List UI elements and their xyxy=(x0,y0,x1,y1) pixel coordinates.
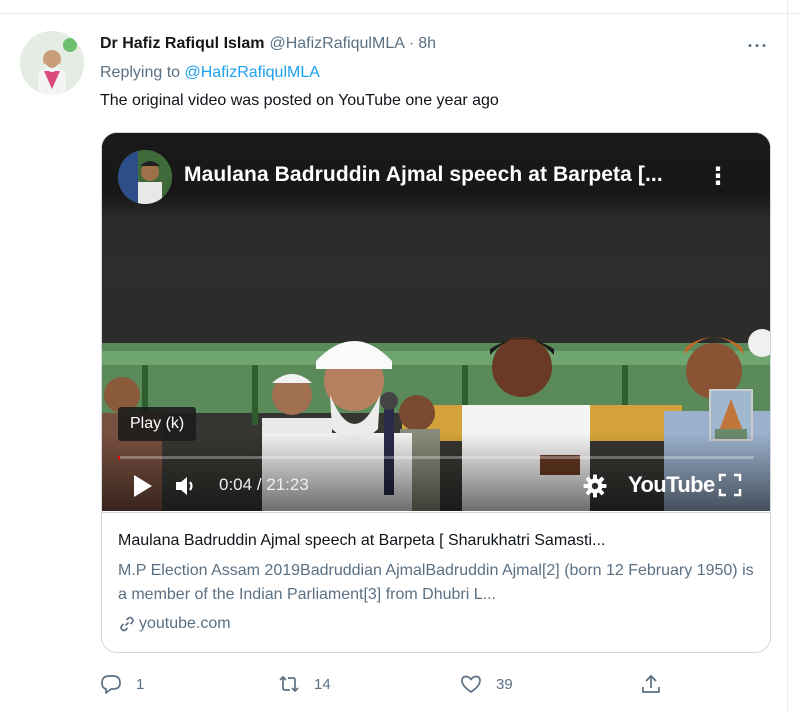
link-card[interactable]: Maulana Badruddin Ajmal speech at Barpet… xyxy=(101,132,771,653)
replying-to-line: Replying to @HafizRafiqulMLA xyxy=(100,64,320,82)
retweet-button[interactable]: 14 xyxy=(278,668,331,700)
retweet-icon xyxy=(279,675,299,693)
reply-count: 1 xyxy=(136,675,145,693)
author-handle[interactable]: @HafizRafiqulMLA xyxy=(269,35,404,53)
video-title[interactable]: Maulana Badruddin Ajmal speech at Barpet… xyxy=(184,163,663,187)
volume-icon[interactable] xyxy=(174,473,200,499)
author-name[interactable]: Dr Hafiz Rafiqul Islam xyxy=(100,35,264,53)
channel-avatar[interactable] xyxy=(118,150,172,204)
fullscreen-icon[interactable] xyxy=(718,473,742,497)
like-button[interactable]: 39 xyxy=(460,668,513,700)
replying-to-mention[interactable]: @HafizRafiqulMLA xyxy=(185,64,320,81)
share-button[interactable] xyxy=(640,668,676,700)
time-current: 0:04 xyxy=(219,475,253,494)
share-icon xyxy=(642,674,660,693)
like-count: 39 xyxy=(496,675,513,693)
reply-icon xyxy=(101,675,121,694)
video-progress-fill xyxy=(118,456,120,459)
replying-prefix: Replying to xyxy=(100,64,185,81)
tweet-actions: 1 14 39 xyxy=(100,668,680,700)
link-icon xyxy=(120,616,134,632)
tweet-text: The original video was posted on YouTube… xyxy=(100,92,499,109)
timeline-right-border xyxy=(787,0,788,712)
tweet-time[interactable]: 8h xyxy=(418,35,436,53)
youtube-logo[interactable]: YouTube xyxy=(628,472,715,498)
card-title: Maulana Badruddin Ajmal speech at Barpet… xyxy=(118,532,606,549)
video-time-display: 0:04 / 21:23 xyxy=(219,475,309,495)
card-body[interactable]: Maulana Badruddin Ajmal speech at Barpet… xyxy=(102,512,770,652)
youtube-video-player[interactable]: Maulana Badruddin Ajmal speech at Barpet… xyxy=(102,133,770,511)
card-domain-text: youtube.com xyxy=(139,615,231,632)
card-domain: youtube.com xyxy=(118,615,231,633)
retweet-count: 14 xyxy=(314,675,331,693)
video-menu-icon[interactable]: ⋮ xyxy=(706,161,730,193)
author-avatar[interactable] xyxy=(20,31,84,95)
more-dots-icon[interactable]: ··· xyxy=(740,32,776,60)
play-tooltip: Play (k) xyxy=(118,407,197,441)
heart-icon xyxy=(461,675,481,693)
top-border xyxy=(0,0,800,14)
separator-dot: · xyxy=(408,35,415,52)
video-progress-bar[interactable] xyxy=(118,456,754,459)
settings-gear-icon[interactable] xyxy=(582,473,608,499)
card-description: M.P Election Assam 2019Badruddian AjmalB… xyxy=(118,562,754,603)
time-total: 21:23 xyxy=(266,475,309,494)
reply-button[interactable]: 1 xyxy=(100,668,144,700)
tweet-header: Dr Hafiz Rafiqul Islam @HafizRafiqulMLA … xyxy=(100,35,436,57)
play-icon[interactable] xyxy=(132,473,154,499)
time-separator: / xyxy=(252,475,267,494)
